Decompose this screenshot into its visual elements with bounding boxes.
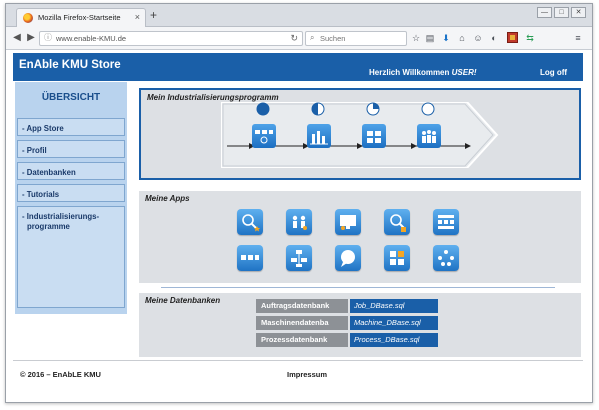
reload-icon[interactable]: ↻ bbox=[290, 33, 298, 44]
sidebar-item-datenbanken[interactable]: - Datenbanken bbox=[17, 162, 125, 180]
chat-icon[interactable]: ☺ bbox=[472, 32, 484, 44]
addon-icon[interactable] bbox=[506, 32, 518, 44]
menu-icon[interactable]: ≡ bbox=[572, 32, 584, 44]
apps-section: Meine Apps bbox=[139, 191, 581, 283]
stage-2-progress-icon bbox=[311, 102, 325, 116]
process-icon[interactable] bbox=[252, 124, 276, 148]
dashboard-grid-icon[interactable] bbox=[433, 209, 459, 235]
db-name-1: Maschinendatenba bbox=[256, 316, 348, 330]
stage-3-progress-icon bbox=[366, 102, 380, 116]
browser-tab[interactable]: Mozilla Firefox-Startseite × bbox=[16, 8, 146, 27]
tab-title: Mozilla Firefox-Startseite bbox=[38, 13, 121, 22]
maximize-button[interactable]: □ bbox=[554, 7, 569, 18]
sidebar-item-tutorials[interactable]: - Tutorials bbox=[17, 184, 125, 202]
section-divider bbox=[161, 287, 555, 288]
program-arrow bbox=[221, 102, 499, 168]
people-settings-icon[interactable] bbox=[286, 209, 312, 235]
db-name-0: Auftragsdatenbank bbox=[256, 299, 348, 313]
search-star-icon[interactable] bbox=[237, 209, 263, 235]
impressum-link[interactable]: Impressum bbox=[287, 370, 327, 379]
page-content: EnAble KMU Store Herzlich Willkommen USE… bbox=[13, 53, 585, 388]
sidebar-title: ÜBERSICHT bbox=[41, 92, 101, 103]
welcome-text: Herzlich Willkommen USER! bbox=[369, 68, 477, 77]
navigation-bar: ◀ ▶ ⓘ www.enable-KMU.de ↻ ⌕ ☆ ▤ ⬇ ⌂ ☺ ◐ … bbox=[6, 27, 592, 50]
program-title: Mein Industrialisierungsprogramm bbox=[147, 93, 279, 102]
tab-close-icon[interactable]: × bbox=[135, 12, 140, 22]
back-icon[interactable]: ◀ bbox=[10, 31, 24, 45]
db-name-2: Prozessdatenbank bbox=[256, 333, 348, 347]
network-icon[interactable] bbox=[433, 245, 459, 271]
star-icon[interactable]: ☆ bbox=[410, 32, 422, 44]
window-controls: — □ ✕ bbox=[535, 7, 586, 18]
monitor-user-icon[interactable] bbox=[335, 209, 361, 235]
stage-1-progress-icon bbox=[256, 102, 270, 116]
sidebar: ÜBERSICHT - App Store - Profil - Datenba… bbox=[15, 82, 127, 314]
search-bar[interactable]: ⌕ bbox=[305, 31, 407, 46]
databases-section: Meine Datenbanken Auftragsdatenbank Job_… bbox=[139, 293, 581, 357]
url-bar[interactable]: ⓘ www.enable-KMU.de ↻ bbox=[39, 31, 303, 46]
welcome-prefix: Herzlich Willkommen bbox=[369, 68, 450, 77]
footer-divider bbox=[13, 360, 583, 361]
db-file-0[interactable]: Job_DBase.sql bbox=[350, 299, 438, 313]
site-header: EnAble KMU Store Herzlich Willkommen USE… bbox=[13, 53, 583, 81]
brand-title: EnAble KMU Store bbox=[19, 59, 121, 71]
bar-chart-icon[interactable] bbox=[307, 124, 331, 148]
url-text: www.enable-KMU.de bbox=[56, 34, 127, 43]
pocket-icon[interactable]: ◐ bbox=[488, 32, 500, 44]
apps-title: Meine Apps bbox=[145, 194, 190, 203]
firefox-icon bbox=[23, 13, 33, 23]
people-icon[interactable] bbox=[417, 124, 441, 148]
search-doc-icon[interactable] bbox=[384, 209, 410, 235]
db-file-1[interactable]: Machine_DBase.sql bbox=[350, 316, 438, 330]
search-input[interactable] bbox=[320, 33, 400, 43]
databases-title: Meine Datenbanken bbox=[145, 296, 221, 305]
sidebar-item-industrialisierungsprogramme[interactable]: - Industrialisierungs- programme bbox=[17, 206, 125, 308]
minimize-button[interactable]: — bbox=[537, 7, 552, 18]
search-icon: ⌕ bbox=[310, 33, 315, 42]
tab-bar: Mozilla Firefox-Startseite × + — □ ✕ bbox=[6, 4, 592, 27]
process-flow-icon[interactable] bbox=[237, 245, 263, 271]
close-window-button[interactable]: ✕ bbox=[571, 7, 586, 18]
db-file-2[interactable]: Process_DBase.sql bbox=[350, 333, 438, 347]
browser-window: Mozilla Firefox-Startseite × + — □ ✕ ◀ ▶ ⓘ… bbox=[5, 3, 593, 403]
forward-icon[interactable]: ▶ bbox=[24, 31, 38, 45]
download-icon[interactable]: ⬇ bbox=[440, 32, 452, 44]
module-grid-icon[interactable] bbox=[384, 245, 410, 271]
program-section: Mein Industrialisierungsprogramm bbox=[139, 88, 581, 180]
sidebar-item-app-store[interactable]: - App Store bbox=[17, 118, 125, 136]
logoff-link[interactable]: Log off bbox=[540, 68, 567, 77]
sidebar-item-label-line1: - Industrialisierungs- bbox=[22, 212, 100, 221]
welcome-user: USER! bbox=[451, 68, 477, 77]
home-icon[interactable]: ⌂ bbox=[456, 32, 468, 44]
copyright-text: © 2016 – EnAbLE KMU bbox=[20, 370, 101, 379]
stage-4-progress-icon bbox=[421, 102, 435, 116]
sidebar-item-label-line2: programme bbox=[27, 222, 70, 231]
chat-bubble-icon[interactable] bbox=[335, 245, 361, 271]
reading-list-icon[interactable]: ▤ bbox=[424, 32, 436, 44]
info-icon: ⓘ bbox=[44, 33, 52, 42]
new-tab-button[interactable]: + bbox=[150, 9, 157, 21]
hierarchy-icon[interactable] bbox=[286, 245, 312, 271]
sync-icon[interactable]: ⇆ bbox=[524, 32, 536, 44]
sidebar-item-profil[interactable]: - Profil bbox=[17, 140, 125, 158]
grid-icon[interactable] bbox=[362, 124, 386, 148]
